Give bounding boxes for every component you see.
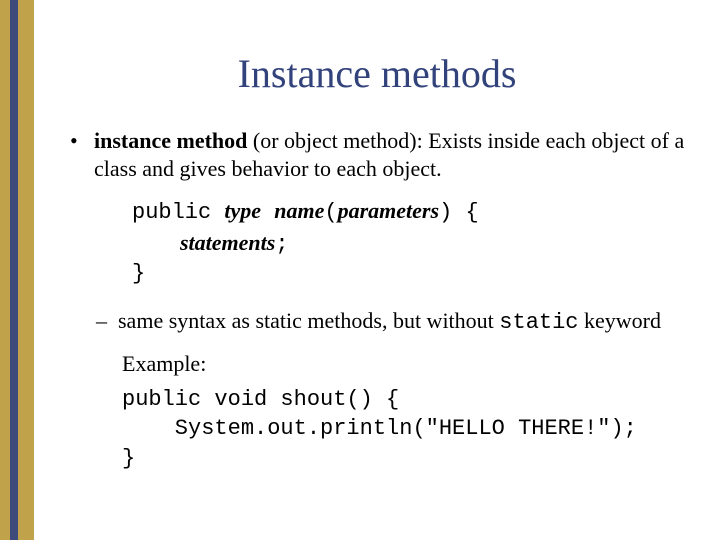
sidebar-accent-stripe (10, 0, 18, 540)
tmpl-params: parameters (338, 198, 439, 223)
bullet-level1: • instance method (or object method): Ex… (70, 127, 690, 182)
method-template: public type name(parameters) { statement… (132, 196, 690, 289)
template-line1: public type name(parameters) { (132, 196, 690, 228)
slide-content: Instance methods • instance method (or o… (34, 0, 720, 540)
tmpl-sp1 (261, 200, 274, 225)
bullet2-pre: same syntax as static methods, but witho… (118, 308, 499, 333)
slide-title: Instance methods (64, 50, 690, 97)
bullet2-post: keyword (579, 308, 661, 333)
sidebar-accent (0, 0, 34, 540)
template-line2: statements; (180, 228, 690, 260)
term-instance-method: instance method (94, 128, 247, 153)
tmpl-semi: ; (275, 232, 288, 257)
bullet2-text: same syntax as static methods, but witho… (118, 307, 661, 337)
template-line3: } (132, 259, 690, 289)
example-label: Example: (122, 351, 690, 377)
slide: Instance methods • instance method (or o… (0, 0, 720, 540)
bullet-dash-icon: – (96, 307, 118, 337)
example-code: public void shout() { System.out.println… (122, 385, 690, 474)
tmpl-lparen: ( (324, 200, 337, 225)
kw-public: public (132, 200, 224, 225)
tmpl-name: name (274, 198, 324, 223)
tmpl-rparen: ) { (439, 200, 479, 225)
tmpl-close: } (132, 261, 145, 286)
tmpl-type: type (224, 198, 261, 223)
bullet-text: instance method (or object method): Exis… (94, 127, 690, 182)
tmpl-statements: statements (180, 230, 275, 255)
bullet-level2: – same syntax as static methods, but wit… (96, 307, 690, 337)
kw-static: static (499, 310, 578, 335)
term-aka: (or object method): (247, 128, 428, 153)
bullet-dot-icon: • (70, 127, 94, 182)
